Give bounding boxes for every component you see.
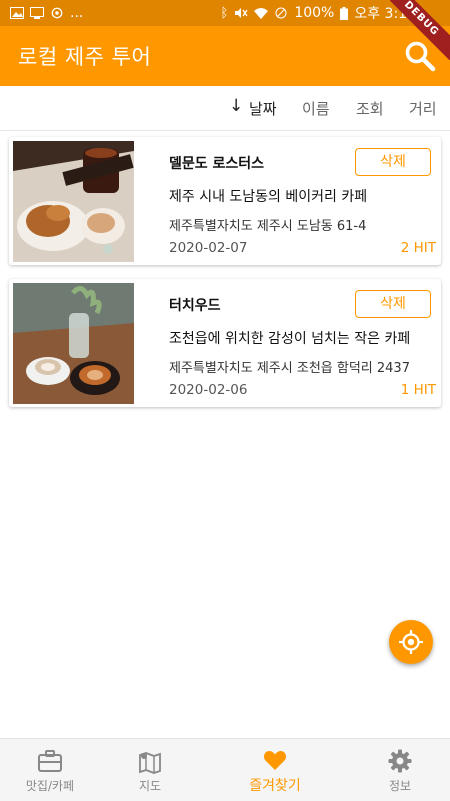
place-name: 델문도 로스터스: [169, 156, 265, 172]
gear-icon: [388, 749, 412, 773]
place-description: 제주 시내 도남동의 베이커리 카페: [169, 189, 368, 205]
delete-button[interactable]: 삭제: [355, 290, 431, 318]
place-address: 제주특별자치도 제주시 도남동 61-4: [169, 219, 367, 234]
place-description: 조천읍에 위치한 감성이 넘치는 작은 카페: [169, 331, 411, 347]
image-icon: [10, 7, 24, 19]
app-title: 로컬 제주 투어: [18, 45, 152, 69]
sort-option-name[interactable]: 이름: [302, 98, 330, 119]
my-location-button[interactable]: [389, 620, 433, 664]
nav-tab-info[interactable]: 정보: [344, 739, 450, 801]
cast-icon: [30, 7, 44, 19]
sync-icon: [51, 7, 63, 19]
nav-label: 즐겨찾기: [249, 778, 301, 794]
sort-option-distance[interactable]: 거리: [409, 98, 437, 119]
status-left-icons: ...: [0, 5, 83, 21]
sort-desc-arrow-icon[interactable]: ↓: [229, 96, 243, 116]
place-hit-count: 2 HIT: [400, 240, 436, 256]
place-date: 2020-02-07: [169, 240, 248, 256]
wifi-icon: [254, 8, 269, 19]
sort-option-views[interactable]: 조회: [356, 98, 384, 119]
place-hit-count: 1 HIT: [400, 382, 436, 398]
app-bar: 로컬 제주 투어: [0, 26, 450, 86]
gps-fixed-icon: [399, 630, 423, 654]
briefcase-icon: [38, 750, 62, 772]
place-photo: [13, 141, 134, 262]
nav-label: 지도: [138, 779, 162, 793]
nav-tab-map[interactable]: 지도: [94, 739, 206, 801]
delete-button[interactable]: 삭제: [355, 148, 431, 176]
status-right: ᛒ 100% 오후 3:17: [221, 0, 417, 26]
nav-tab-favorites[interactable]: 즐겨찾기: [219, 739, 331, 801]
sort-option-date[interactable]: 날짜: [249, 98, 277, 119]
map-icon: [139, 752, 161, 774]
mute-icon: [235, 8, 248, 18]
battery-icon: [340, 6, 349, 20]
status-more: ...: [70, 5, 84, 21]
nav-label: 맛집/카페: [25, 779, 75, 793]
no-sim-icon: [275, 7, 287, 19]
nav-label: 정보: [388, 779, 412, 793]
place-name: 터치우드: [169, 298, 221, 314]
battery-percent: 100%: [294, 5, 335, 21]
nav-tab-restaurants[interactable]: 맛집/카페: [0, 739, 106, 801]
heart-icon: [263, 751, 287, 770]
bluetooth-icon: ᛒ: [220, 5, 229, 21]
debug-ribbon: DEBUG: [390, 0, 450, 60]
status-bar: ... ᛒ 100% 오후 3:17: [0, 0, 450, 26]
place-date: 2020-02-06: [169, 382, 248, 398]
bottom-navigation: 맛집/카페 지도 즐겨찾기 정보: [0, 738, 450, 801]
place-address: 제주특별자치도 제주시 조천읍 함덕리 2437: [169, 361, 410, 376]
favorite-card[interactable]: 델문도 로스터스 삭제 제주 시내 도남동의 베이커리 카페 제주특별자치도 제…: [9, 137, 441, 265]
sort-bar: ↓ 날짜 이름 조회 거리: [0, 86, 450, 131]
place-photo: [13, 283, 134, 404]
favorite-card[interactable]: 터치우드 삭제 조천읍에 위치한 감성이 넘치는 작은 카페 제주특별자치도 제…: [9, 279, 441, 407]
debug-banner: DEBUG: [390, 0, 450, 60]
